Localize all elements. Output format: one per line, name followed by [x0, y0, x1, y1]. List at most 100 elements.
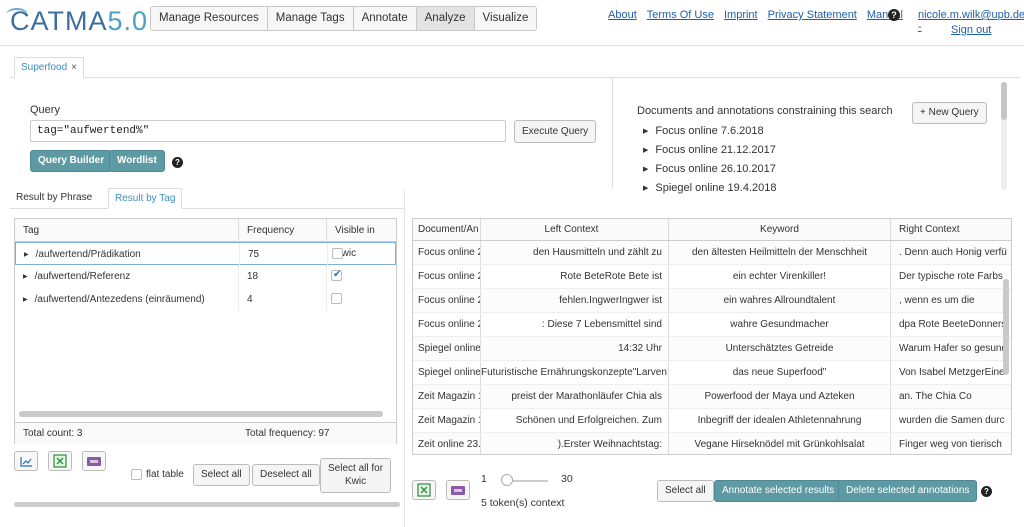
terms-link[interactable]: Terms Of Use [647, 9, 714, 21]
slider-max: 30 [561, 473, 573, 485]
col-document[interactable]: Document/An [413, 219, 481, 240]
kwic-export-icon [451, 486, 465, 495]
table-row[interactable]: Zeit online 23.1).Erster Weihnachtstag: V… [413, 433, 1011, 454]
kwic-keyword: ein echter Virenkiller! [669, 265, 891, 288]
flat-table-label: flat table [146, 469, 184, 480]
help-icon[interactable]: ? [172, 157, 183, 168]
kwic-document: Spiegel online [413, 337, 481, 360]
kwic-right-context: an. The Chia Co [891, 385, 1011, 408]
privacy-link[interactable]: Privacy Statement [768, 9, 857, 21]
query-tab-strip: Superfood × [10, 56, 1020, 79]
catma-logo[interactable]: CATMA5.0 [6, 6, 148, 37]
execute-query-button[interactable]: Execute Query [514, 120, 597, 143]
select-all-button[interactable]: Select all [193, 464, 250, 486]
constraint-item: Focus online 26.10.2017 [643, 160, 777, 179]
tag-table-footer: Total count: 3 Total frequency: 97 [15, 422, 396, 444]
scroll-thumb[interactable] [1001, 82, 1007, 120]
col-frequency[interactable]: Frequency [239, 219, 327, 242]
table-row[interactable]: Focus online 26den Hausmitteln und zählt… [413, 241, 1011, 265]
expand-arrow-icon[interactable]: ▶ [23, 266, 28, 289]
kwic-keyword: wahre Gesundmacher [669, 313, 891, 336]
deselect-all-button[interactable]: Deselect all [252, 464, 320, 486]
help-icon[interactable]: ? [981, 486, 992, 497]
close-icon[interactable]: × [71, 62, 77, 73]
kwic-document: Focus online 26 [413, 313, 481, 336]
excel-export-button[interactable] [412, 480, 436, 500]
table-row[interactable]: Zeit Magazin 14Schönen und Erfolgreichen… [413, 409, 1011, 433]
kwic-left-context: fehlen.IngwerIngwer ist [481, 289, 669, 312]
col-left-context[interactable]: Left Context [481, 219, 669, 240]
table-row[interactable]: Spiegel online 2Futuristische Ernährungs… [413, 361, 1011, 385]
table-row[interactable]: Focus online 26fehlen.IngwerIngwer istei… [413, 289, 1011, 313]
nav-manage-resources[interactable]: Manage Resources [151, 7, 268, 30]
kwic-right-context: , wenn es um die [891, 289, 1011, 312]
wordlist-button[interactable]: Wordlist [109, 150, 165, 172]
kwic-right-context: . Denn auch Honig verfü [891, 241, 1011, 264]
chart-button[interactable] [14, 451, 38, 471]
excel-icon [53, 454, 67, 468]
kwic-keyword: Inbegriff der idealen Athletennahrung [669, 409, 891, 432]
constraint-list: Focus online 7.6.2018 Focus online 21.12… [643, 122, 777, 198]
table-row[interactable]: Focus online 26Rote BeteRote Bete istein… [413, 265, 1011, 289]
col-keyword[interactable]: Keyword [669, 219, 891, 240]
horizontal-scrollbar[interactable] [19, 411, 383, 417]
main-nav: Manage Resources Manage Tags Annotate An… [150, 6, 538, 31]
kwic-export-button[interactable] [446, 480, 470, 500]
query-tab-superfood[interactable]: Superfood × [14, 57, 84, 79]
query-input[interactable] [30, 120, 506, 142]
tag-table: Tag Frequency Visible in Kwic ▶ /aufwerte… [14, 218, 397, 444]
about-link[interactable]: About [608, 9, 637, 21]
kwic-document: Focus online 26 [413, 289, 481, 312]
imprint-link[interactable]: Imprint [724, 9, 758, 21]
query-builder-button[interactable]: Query Builder [30, 150, 113, 172]
col-tag[interactable]: Tag [15, 219, 239, 242]
table-row[interactable]: ▶ /aufwertend/Referenz 18 [15, 265, 396, 288]
tab-result-by-tag[interactable]: Result by Tag [108, 188, 183, 209]
excel-export-button[interactable] [48, 451, 72, 471]
constraint-scrollbar[interactable] [1001, 82, 1007, 190]
visible-checkbox[interactable] [331, 293, 342, 304]
nav-manage-tags[interactable]: Manage Tags [267, 7, 354, 30]
col-visible[interactable]: Visible in Kwic [327, 219, 396, 259]
context-slider-handle[interactable] [501, 474, 513, 486]
tag-frequency: 75 [240, 243, 328, 266]
expand-arrow-icon[interactable]: ▶ [24, 244, 29, 267]
select-all-kwic-line1: Select all for [328, 463, 384, 474]
kwic-left-context: ).Erster Weihnachtstag: [481, 433, 669, 454]
col-right-context[interactable]: Right Context [891, 219, 1011, 240]
help-icon[interactable]: ? [888, 9, 900, 21]
kwic-right-context: Von Isabel MetzgerEine [891, 361, 1011, 384]
annotate-selected-button[interactable]: Annotate selected results [714, 480, 843, 502]
kwic-export-button[interactable] [82, 451, 106, 471]
kwic-keyword: ein wahres Allroundtalent [669, 289, 891, 312]
vertical-scrollbar[interactable] [1003, 279, 1009, 375]
tab-result-by-phrase[interactable]: Result by Phrase [10, 188, 98, 209]
sign-out-link[interactable]: Sign out [951, 24, 991, 36]
kwic-document: Focus online 26 [413, 265, 481, 288]
table-row[interactable]: Spiegel online 14:32 Uhr Unterschätztes Ge… [413, 337, 1011, 361]
table-row[interactable]: ▶ /aufwertend/Antezedens (einräumend) 4 [15, 288, 396, 311]
panel-divider [404, 190, 405, 527]
horizontal-scrollbar[interactable] [14, 502, 400, 507]
flat-table-checkbox[interactable] [131, 469, 142, 480]
new-query-button[interactable]: + New Query [912, 102, 987, 124]
kwic-keyword: Unterschätztes Getreide [669, 337, 891, 360]
select-all-for-kwic-button[interactable]: Select all for Kwic [320, 458, 392, 493]
nav-visualize[interactable]: Visualize [474, 7, 537, 30]
delete-selected-annotations-button[interactable]: Delete selected annotations [838, 480, 978, 502]
visible-checkbox[interactable] [331, 269, 342, 281]
nav-analyze[interactable]: Analyze [416, 7, 475, 30]
kwic-keyword: Powerfood der Maya und Azteken [669, 385, 891, 408]
tag-table-header: Tag Frequency Visible in Kwic [15, 219, 396, 259]
select-all-kwic-line2: Kwic [344, 476, 367, 487]
table-row[interactable]: Focus online 26: Diese 7 Lebensmittel si… [413, 313, 1011, 337]
nav-annotate[interactable]: Annotate [353, 7, 417, 30]
kwic-document: Zeit Magazin 14 [413, 385, 481, 408]
kwic-left-context: Futuristische Ernährungskonzepte"Larven … [481, 361, 669, 384]
visible-checkbox[interactable] [332, 248, 343, 259]
kwic-select-all-button[interactable]: Select all [657, 480, 714, 502]
table-row[interactable]: ▶ /aufwertend/Prädikation 75 [15, 242, 396, 267]
excel-icon [417, 483, 431, 497]
expand-arrow-icon[interactable]: ▶ [23, 289, 28, 312]
table-row[interactable]: Zeit Magazin 14preist der Marathonläufer… [413, 385, 1011, 409]
